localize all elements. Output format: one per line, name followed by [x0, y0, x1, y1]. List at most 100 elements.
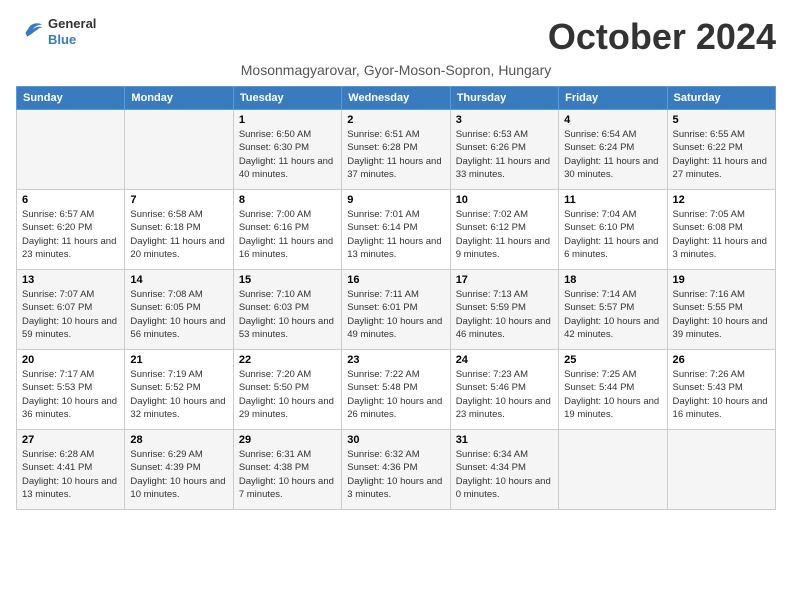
calendar-cell: 23 Sunrise: 7:22 AMSunset: 5:48 PMDayligh… — [342, 350, 450, 430]
calendar-cell: 7 Sunrise: 6:58 AMSunset: 6:18 PMDaylight… — [125, 190, 233, 270]
day-info: Sunrise: 7:08 AMSunset: 6:05 PMDaylight:… — [130, 288, 227, 341]
day-info: Sunrise: 6:29 AMSunset: 4:39 PMDaylight:… — [130, 448, 227, 501]
calendar-cell: 15 Sunrise: 7:10 AMSunset: 6:03 PMDayligh… — [233, 270, 341, 350]
calendar-cell: 24 Sunrise: 7:23 AMSunset: 5:46 PMDayligh… — [450, 350, 558, 430]
calendar-cell: 22 Sunrise: 7:20 AMSunset: 5:50 PMDayligh… — [233, 350, 341, 430]
day-number: 25 — [564, 354, 661, 366]
day-info: Sunrise: 7:13 AMSunset: 5:59 PMDaylight:… — [456, 288, 553, 341]
day-info: Sunrise: 7:20 AMSunset: 5:50 PMDaylight:… — [239, 368, 336, 421]
day-number: 1 — [239, 114, 336, 126]
day-info: Sunrise: 6:51 AMSunset: 6:28 PMDaylight:… — [347, 128, 444, 181]
calendar-cell: 29 Sunrise: 6:31 AMSunset: 4:38 PMDayligh… — [233, 430, 341, 510]
day-number: 9 — [347, 194, 444, 206]
calendar-cell: 4 Sunrise: 6:54 AMSunset: 6:24 PMDaylight… — [559, 110, 667, 190]
day-info: Sunrise: 7:14 AMSunset: 5:57 PMDaylight:… — [564, 288, 661, 341]
day-info: Sunrise: 7:25 AMSunset: 5:44 PMDaylight:… — [564, 368, 661, 421]
day-number: 26 — [673, 354, 770, 366]
day-number: 27 — [22, 434, 119, 446]
calendar-cell — [17, 110, 125, 190]
calendar-cell: 11 Sunrise: 7:04 AMSunset: 6:10 PMDayligh… — [559, 190, 667, 270]
day-number: 4 — [564, 114, 661, 126]
calendar-cell: 8Sunrise: 7:00 AMSunset: 6:16 PMDaylight… — [233, 190, 341, 270]
day-of-week-header: Friday — [559, 87, 667, 110]
day-info: Sunrise: 7:22 AMSunset: 5:48 PMDaylight:… — [347, 368, 444, 421]
day-info: Sunrise: 7:16 AMSunset: 5:55 PMDaylight:… — [673, 288, 770, 341]
day-of-week-header: Wednesday — [342, 87, 450, 110]
day-info: Sunrise: 6:57 AMSunset: 6:20 PMDaylight:… — [22, 208, 119, 261]
calendar-week-row: 20 Sunrise: 7:17 AMSunset: 5:53 PMDayligh… — [17, 350, 776, 430]
calendar-week-row: 13 Sunrise: 7:07 AMSunset: 6:07 PMDayligh… — [17, 270, 776, 350]
day-number: 31 — [456, 434, 553, 446]
day-number: 23 — [347, 354, 444, 366]
day-number: 24 — [456, 354, 553, 366]
month-title: October 2024 — [548, 16, 776, 58]
day-number: 22 — [239, 354, 336, 366]
day-info: Sunrise: 7:07 AMSunset: 6:07 PMDaylight:… — [22, 288, 119, 341]
day-number: 20 — [22, 354, 119, 366]
day-number: 29 — [239, 434, 336, 446]
calendar-cell — [667, 430, 775, 510]
calendar-cell — [559, 430, 667, 510]
day-number: 10 — [456, 194, 553, 206]
calendar-cell: 5 Sunrise: 6:55 AMSunset: 6:22 PMDaylight… — [667, 110, 775, 190]
day-info: Sunrise: 7:19 AMSunset: 5:52 PMDaylight:… — [130, 368, 227, 421]
calendar-cell: 31Sunrise: 6:34 AMSunset: 4:34 PMDayligh… — [450, 430, 558, 510]
day-of-week-header: Sunday — [17, 87, 125, 110]
day-info: Sunrise: 7:11 AMSunset: 6:01 PMDaylight:… — [347, 288, 444, 341]
day-info: Sunrise: 6:58 AMSunset: 6:18 PMDaylight:… — [130, 208, 227, 261]
day-number: 2 — [347, 114, 444, 126]
calendar-week-row: 27Sunrise: 6:28 AMSunset: 4:41 PMDayligh… — [17, 430, 776, 510]
calendar-week-row: 1 Sunrise: 6:50 AMSunset: 6:30 PMDaylight… — [17, 110, 776, 190]
day-info: Sunrise: 6:55 AMSunset: 6:22 PMDaylight:… — [673, 128, 770, 181]
day-number: 15 — [239, 274, 336, 286]
day-info: Sunrise: 6:53 AMSunset: 6:26 PMDaylight:… — [456, 128, 553, 181]
day-info: Sunrise: 7:02 AMSunset: 6:12 PMDaylight:… — [456, 208, 553, 261]
calendar-cell: 6 Sunrise: 6:57 AMSunset: 6:20 PMDaylight… — [17, 190, 125, 270]
logo-text: General Blue — [48, 16, 96, 47]
calendar-cell: 18 Sunrise: 7:14 AMSunset: 5:57 PMDayligh… — [559, 270, 667, 350]
calendar-cell: 27Sunrise: 6:28 AMSunset: 4:41 PMDayligh… — [17, 430, 125, 510]
day-number: 6 — [22, 194, 119, 206]
day-number: 11 — [564, 194, 661, 206]
day-number: 5 — [673, 114, 770, 126]
day-info: Sunrise: 7:04 AMSunset: 6:10 PMDaylight:… — [564, 208, 661, 261]
day-number: 14 — [130, 274, 227, 286]
calendar-cell: 30 Sunrise: 6:32 AMSunset: 4:36 PMDayligh… — [342, 430, 450, 510]
day-info: Sunrise: 6:50 AMSunset: 6:30 PMDaylight:… — [239, 128, 336, 181]
day-number: 19 — [673, 274, 770, 286]
calendar-cell: 26Sunrise: 7:26 AMSunset: 5:43 PMDayligh… — [667, 350, 775, 430]
calendar-cell: 17 Sunrise: 7:13 AMSunset: 5:59 PMDayligh… — [450, 270, 558, 350]
calendar-cell: 10 Sunrise: 7:02 AMSunset: 6:12 PMDayligh… — [450, 190, 558, 270]
calendar-cell: 21 Sunrise: 7:19 AMSunset: 5:52 PMDayligh… — [125, 350, 233, 430]
calendar-cell: 14 Sunrise: 7:08 AMSunset: 6:05 PMDayligh… — [125, 270, 233, 350]
day-info: Sunrise: 7:00 AMSunset: 6:16 PMDaylight:… — [239, 208, 336, 261]
day-info: Sunrise: 6:31 AMSunset: 4:38 PMDaylight:… — [239, 448, 336, 501]
day-of-week-header: Saturday — [667, 87, 775, 110]
day-number: 7 — [130, 194, 227, 206]
day-number: 18 — [564, 274, 661, 286]
day-number: 12 — [673, 194, 770, 206]
calendar-cell: 1 Sunrise: 6:50 AMSunset: 6:30 PMDaylight… — [233, 110, 341, 190]
day-number: 13 — [22, 274, 119, 286]
day-number: 30 — [347, 434, 444, 446]
calendar-cell: 9 Sunrise: 7:01 AMSunset: 6:14 PMDaylight… — [342, 190, 450, 270]
calendar-cell: 28 Sunrise: 6:29 AMSunset: 4:39 PMDayligh… — [125, 430, 233, 510]
day-info: Sunrise: 6:54 AMSunset: 6:24 PMDaylight:… — [564, 128, 661, 181]
header: General Blue October 2024 — [16, 16, 776, 58]
day-number: 21 — [130, 354, 227, 366]
calendar-table: SundayMondayTuesdayWednesdayThursdayFrid… — [16, 86, 776, 510]
day-info: Sunrise: 7:17 AMSunset: 5:53 PMDaylight:… — [22, 368, 119, 421]
calendar-cell: 12Sunrise: 7:05 AMSunset: 6:08 PMDayligh… — [667, 190, 775, 270]
day-of-week-header: Monday — [125, 87, 233, 110]
calendar-cell: 25 Sunrise: 7:25 AMSunset: 5:44 PMDayligh… — [559, 350, 667, 430]
day-info: Sunrise: 7:01 AMSunset: 6:14 PMDaylight:… — [347, 208, 444, 261]
day-number: 16 — [347, 274, 444, 286]
day-number: 28 — [130, 434, 227, 446]
day-info: Sunrise: 7:10 AMSunset: 6:03 PMDaylight:… — [239, 288, 336, 341]
day-of-week-header: Thursday — [450, 87, 558, 110]
logo-bird-icon — [16, 20, 44, 44]
day-info: Sunrise: 6:32 AMSunset: 4:36 PMDaylight:… — [347, 448, 444, 501]
day-number: 17 — [456, 274, 553, 286]
day-of-week-header: Tuesday — [233, 87, 341, 110]
day-info: Sunrise: 7:23 AMSunset: 5:46 PMDaylight:… — [456, 368, 553, 421]
